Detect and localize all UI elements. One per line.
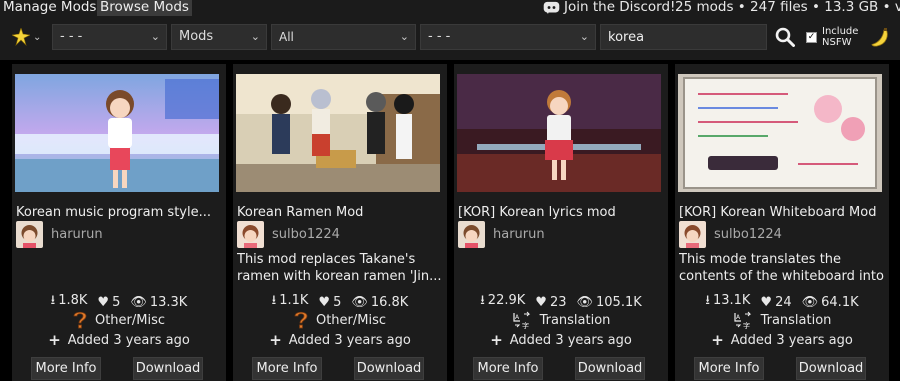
plus-icon: +: [490, 331, 503, 349]
mod-title[interactable]: [KOR] Korean Whiteboard Mod: [679, 205, 885, 220]
eye-icon: 👁: [130, 294, 147, 310]
mod-card[interactable]: [KOR] Korean Whiteboard Mod sulbo1224 Th…: [675, 64, 889, 381]
author-name[interactable]: harurun: [51, 227, 103, 242]
avatar: [458, 221, 485, 248]
svg-text:字: 字: [743, 321, 750, 330]
translation-icon: A字: [733, 311, 751, 330]
author-name[interactable]: sulbo1224: [714, 227, 782, 242]
mod-thumbnail[interactable]: [457, 74, 661, 192]
mod-added-date: + Added 3 years ago: [269, 331, 411, 349]
mod-thumbnail[interactable]: [678, 74, 882, 192]
more-info-button[interactable]: More Info: [473, 357, 543, 380]
heart-icon: ♥: [318, 294, 331, 310]
discord-link[interactable]: Join the Discord!: [564, 0, 675, 15]
heart-icon: ♥: [535, 294, 547, 310]
nsfw-checkbox[interactable]: ✓: [806, 31, 817, 43]
tab-manage-mods[interactable]: Manage Mods: [0, 0, 99, 16]
category-select[interactable]: All ⌄: [271, 24, 416, 50]
view-count: 👁 16.8K: [351, 294, 409, 310]
mod-category: Other/Misc: [233, 310, 447, 330]
mod-title[interactable]: [KOR] Korean lyrics mod: [458, 205, 664, 220]
like-count: ♥ 5: [318, 294, 342, 310]
chevron-down-icon: ⌄: [250, 30, 260, 43]
mod-description: This mode translates the contents of the…: [679, 252, 884, 284]
nsfw-label: Include NSFW: [822, 26, 859, 48]
type-select[interactable]: Mods ⌄: [171, 24, 267, 50]
heart-icon: ♥: [760, 294, 773, 310]
more-info-button[interactable]: More Info: [31, 357, 101, 380]
mod-thumbnail[interactable]: [236, 74, 440, 192]
svg-text:A: A: [515, 314, 520, 321]
author[interactable]: sulbo1224: [679, 221, 782, 248]
author-name[interactable]: harurun: [493, 227, 545, 242]
eye-icon: 👁: [351, 294, 368, 310]
mod-category: A字 Translation: [675, 310, 889, 330]
banana-icon[interactable]: [869, 27, 891, 49]
author[interactable]: harurun: [458, 221, 545, 248]
eye-icon: 👁: [576, 294, 593, 310]
download-button[interactable]: Download: [575, 357, 645, 380]
chevron-down-icon: ⌄: [579, 30, 589, 43]
mod-card[interactable]: [KOR] Korean lyrics mod harurun ⭳ 22.9K ♥…: [454, 64, 668, 381]
search-input[interactable]: [600, 24, 767, 50]
avatar: [16, 221, 43, 248]
author-name[interactable]: sulbo1224: [272, 227, 340, 242]
include-nsfw-toggle[interactable]: ✓ Include NSFW: [806, 26, 858, 48]
tab-browse-mods[interactable]: Browse Mods: [97, 0, 192, 16]
mod-added-date: + Added 3 years ago: [711, 331, 853, 349]
author[interactable]: harurun: [16, 221, 103, 248]
question-icon: [294, 311, 308, 329]
chevron-down-icon: ⌄: [33, 31, 42, 43]
plus-icon: +: [48, 331, 61, 349]
author[interactable]: sulbo1224: [237, 221, 340, 248]
translation-icon: A字: [512, 311, 530, 330]
download-button[interactable]: Download: [354, 357, 424, 380]
avatar: [679, 221, 706, 248]
discord-icon[interactable]: [543, 0, 560, 15]
mod-title[interactable]: Korean music program style...: [16, 205, 222, 220]
top-bar: Manage Mods Browse Mods Join the Discord…: [0, 0, 900, 16]
view-count: 👁 64.1K: [801, 294, 859, 310]
svg-text:字: 字: [522, 321, 529, 330]
download-button[interactable]: Download: [796, 357, 866, 380]
eye-icon: 👁: [801, 294, 819, 310]
sparkle-icon: [12, 28, 30, 46]
sort-dropdown[interactable]: ⌄: [12, 24, 46, 50]
mod-thumbnail[interactable]: [15, 74, 219, 192]
mod-card[interactable]: Korean Ramen Mod sulbo1224 This mod repl…: [233, 64, 447, 381]
mod-category: A字 Translation: [454, 310, 668, 330]
stats-text: 25 mods • 247 files • 13.3 GB • v2.6.5: [675, 0, 900, 15]
like-count: ♥ 5: [97, 294, 121, 310]
avatar: [237, 221, 264, 248]
plus-icon: +: [269, 331, 282, 349]
view-count: 👁 105.1K: [576, 294, 642, 310]
more-info-button[interactable]: More Info: [252, 357, 322, 380]
mod-added-date: + Added 3 years ago: [490, 331, 632, 349]
search-icon[interactable]: [775, 27, 795, 47]
filter-select-1[interactable]: - - - ⌄: [52, 24, 167, 50]
mod-grid: Korean music program style... harurun ⭳ 1…: [0, 60, 900, 381]
plus-icon: +: [711, 331, 724, 349]
question-icon: [73, 311, 87, 329]
more-info-button[interactable]: More Info: [694, 357, 764, 380]
heart-icon: ♥: [97, 294, 110, 310]
mod-description: This mod replaces Takane's ramen with ko…: [237, 252, 442, 284]
filter-select-4[interactable]: - - - ⌄: [420, 24, 596, 50]
download-button[interactable]: Download: [133, 357, 203, 380]
mod-card[interactable]: Korean music program style... harurun ⭳ 1…: [12, 64, 226, 381]
filter-bar: ⌄ - - -⌄ Mods⌄ All⌄ - - -⌄ ✓ IncludeNSFW: [0, 22, 900, 54]
mod-added-date: + Added 3 years ago: [48, 331, 190, 349]
mod-title[interactable]: Korean Ramen Mod: [237, 205, 443, 220]
svg-text:A: A: [736, 314, 741, 321]
mod-category: Other/Misc: [12, 310, 226, 330]
chevron-down-icon: ⌄: [399, 30, 409, 43]
chevron-down-icon: ⌄: [150, 30, 160, 43]
like-count: ♥ 23: [535, 294, 567, 310]
like-count: ♥ 24: [760, 294, 792, 310]
view-count: 👁 13.3K: [130, 294, 188, 310]
